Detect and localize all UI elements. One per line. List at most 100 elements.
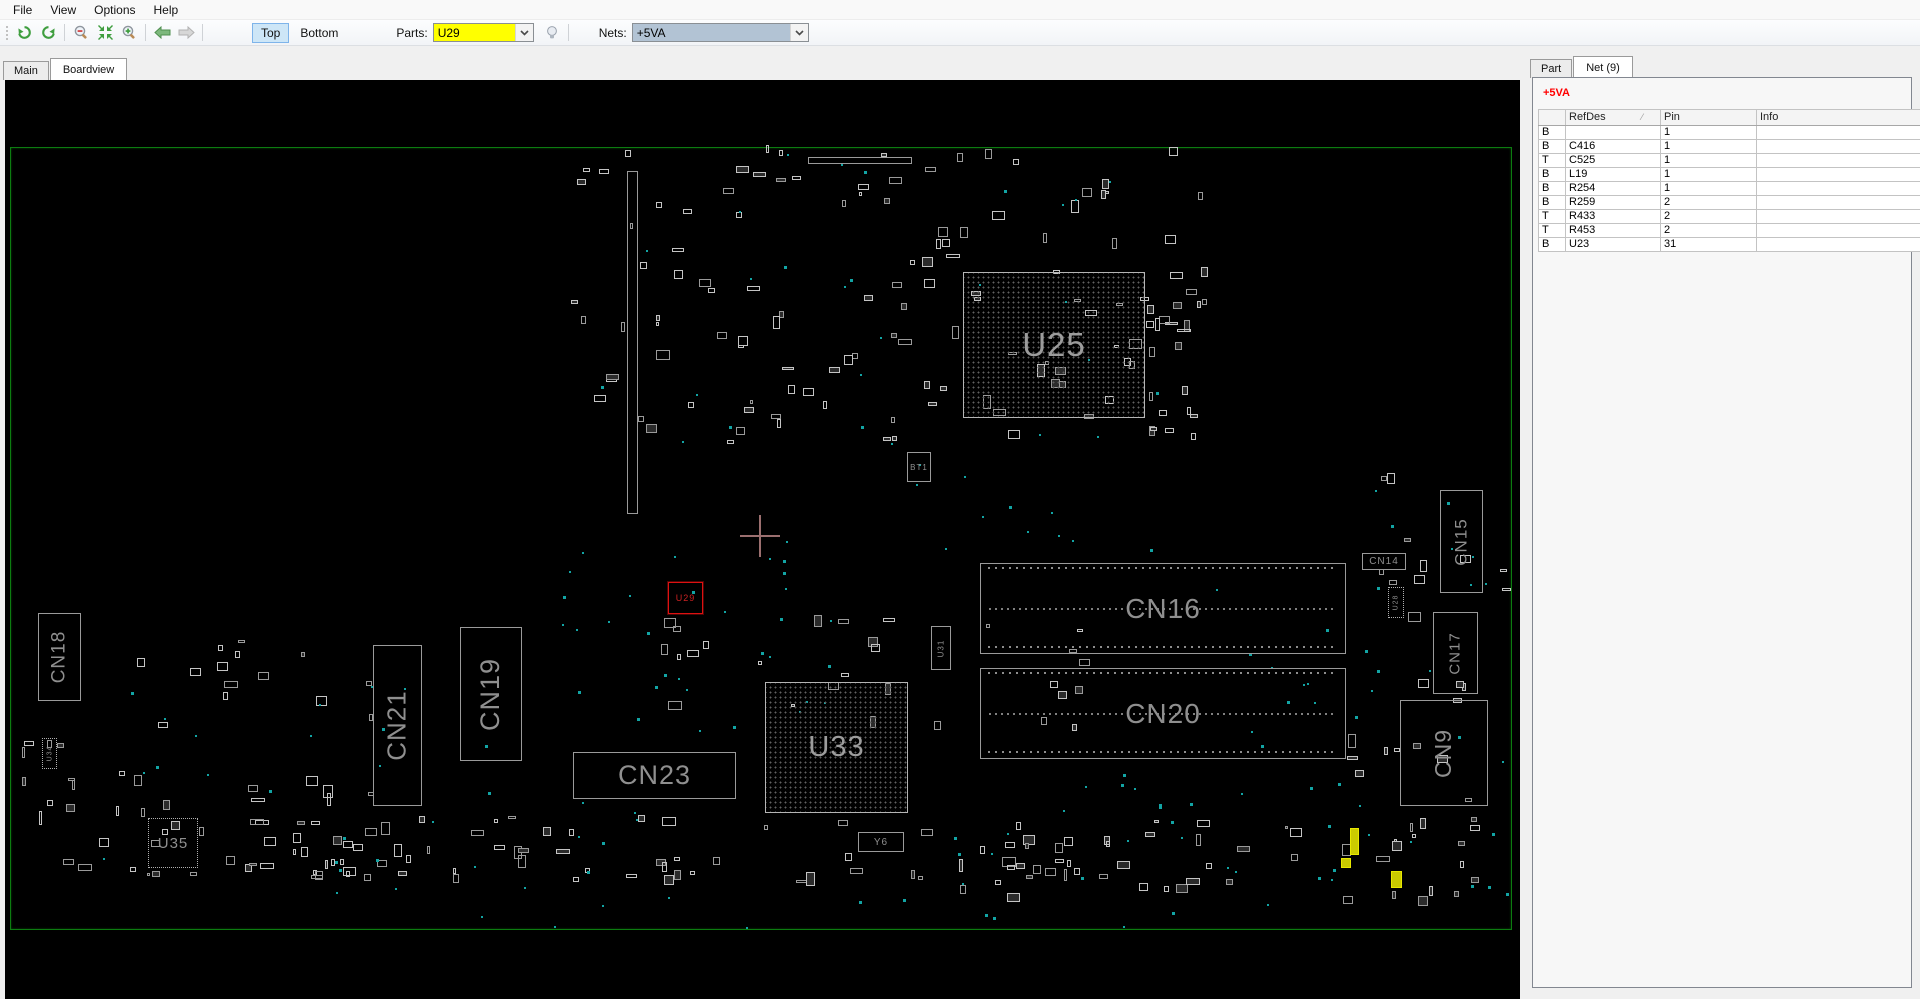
- zoom-fit-icon[interactable]: [94, 22, 116, 43]
- net-pin-dot: [699, 729, 702, 732]
- side-panel: +5VA RefDes ⁄ Pin Info B 1 B C416 1 T C525 1 B L19 1 B…: [1532, 77, 1920, 988]
- view-tab-boardview[interactable]: Boardview: [49, 58, 128, 81]
- menu-item-options[interactable]: Options: [85, 1, 144, 19]
- view-tab-main[interactable]: Main: [3, 61, 49, 80]
- board-component-cn15[interactable]: CN15: [1440, 490, 1483, 593]
- small-part-outline: [707, 288, 715, 294]
- net-pin-dot: [749, 278, 752, 281]
- small-part-outline: [1164, 886, 1169, 893]
- board-component-cn20[interactable]: CN20: [980, 668, 1346, 759]
- board-component-u31[interactable]: U31: [931, 626, 951, 670]
- small-part-outline: [1428, 886, 1433, 897]
- board-component-cn16[interactable]: CN16: [980, 563, 1346, 654]
- board-component-cn23[interactable]: CN23: [573, 752, 736, 799]
- board-component-y6[interactable]: Y6: [858, 832, 904, 852]
- board-component-u29[interactable]: U29: [668, 582, 703, 614]
- rotate-ccw-icon[interactable]: [13, 22, 35, 43]
- small-part-outline: [945, 253, 960, 259]
- nets-combobox[interactable]: +5VA: [631, 23, 809, 42]
- net-pin-dot: [681, 440, 684, 443]
- side-tab-part[interactable]: Part: [1530, 59, 1573, 78]
- nav-forward-icon[interactable]: [175, 22, 197, 43]
- small-part-outline: [301, 652, 306, 658]
- small-part-outline: [656, 202, 662, 208]
- board-component-bt1[interactable]: BT1: [907, 452, 931, 482]
- board-component-u33[interactable]: U33: [765, 682, 908, 813]
- board-component-u35[interactable]: U35: [148, 818, 198, 868]
- net-pin-row-c416[interactable]: B C416 1: [1538, 139, 1920, 154]
- menu-item-file[interactable]: File: [4, 1, 41, 19]
- toolbar-separator: [145, 24, 146, 41]
- net-pin-row-c525[interactable]: T C525 1: [1538, 153, 1920, 168]
- net-pin-row-r254[interactable]: B R254 1: [1538, 181, 1920, 196]
- small-part-outline: [21, 747, 26, 759]
- net-pin-dot: [1227, 867, 1230, 870]
- board-component-cn18[interactable]: CN18: [38, 613, 81, 701]
- chevron-down-icon[interactable]: [789, 24, 808, 41]
- net-pin-row-u23[interactable]: B U23 31: [1538, 237, 1920, 252]
- board-component-u34[interactable]: U34: [42, 738, 57, 769]
- net-pin-row-r259[interactable]: B R259 2: [1538, 195, 1920, 210]
- chevron-down-icon[interactable]: [514, 24, 533, 41]
- board-component-u25[interactable]: U25: [963, 272, 1145, 418]
- net-pin-dot: [733, 726, 737, 730]
- net-pin-dot: [569, 570, 572, 573]
- net-pin-dot: [1310, 786, 1314, 790]
- board-component-part[interactable]: [1391, 871, 1402, 888]
- net-pin-dot: [1058, 535, 1061, 538]
- board-component-cn19[interactable]: CN19: [460, 627, 522, 761]
- small-part-outline: [189, 871, 198, 876]
- rotate-cw-icon[interactable]: [37, 22, 59, 43]
- board-component-part[interactable]: [1350, 828, 1359, 855]
- board-component-cn21[interactable]: CN21: [373, 645, 422, 806]
- net-pin-row[interactable]: B1: [1538, 125, 1920, 140]
- board-component-cn17[interactable]: CN17: [1433, 612, 1478, 694]
- zoom-out-icon[interactable]: [70, 22, 92, 43]
- small-part-outline: [1078, 659, 1091, 666]
- board-component-part[interactable]: [1341, 858, 1351, 868]
- small-part-outline: [802, 388, 815, 396]
- board-component-cn9[interactable]: CN9: [1400, 700, 1488, 806]
- net-pin-dot: [1333, 869, 1337, 872]
- small-part-outline: [1158, 316, 1171, 325]
- small-part-outline: [958, 859, 964, 872]
- bottom-side-toggle-button[interactable]: Bottom: [291, 23, 347, 43]
- small-part-outline: [605, 374, 620, 381]
- small-part-outline: [493, 819, 498, 823]
- highlight-bulb-button[interactable]: [541, 22, 563, 43]
- column-header-info[interactable]: Info: [1756, 109, 1920, 126]
- menu-item-view[interactable]: View: [41, 1, 85, 19]
- net-pin-row-l19[interactable]: B L19 1: [1538, 167, 1920, 182]
- small-part-outline: [726, 439, 734, 444]
- parts-label: Parts:: [396, 25, 428, 40]
- board-canvas[interactable]: U25 U33 CN16 CN20 CN23 CN21 CN19 CN18 U35 U34 CN15…: [5, 80, 1520, 999]
- net-pin-dot: [103, 858, 106, 861]
- board-component-cn14[interactable]: CN14: [1362, 553, 1406, 570]
- small-part-outline: [352, 843, 364, 851]
- menu-item-help[interactable]: Help: [145, 1, 188, 19]
- column-header-pin[interactable]: Pin: [1660, 109, 1757, 126]
- top-side-toggle-button[interactable]: Top: [252, 22, 290, 43]
- small-part-outline: [1067, 860, 1071, 868]
- column-header-refdes[interactable]: RefDes ⁄: [1565, 109, 1661, 126]
- small-part-outline: [883, 198, 891, 205]
- net-pin-dot: [1376, 670, 1380, 674]
- net-pins-table[interactable]: RefDes ⁄ Pin Info B 1 B C416 1 T C525 1 B L19 1 B R254 1…: [1538, 109, 1920, 252]
- small-part-outline: [293, 849, 297, 856]
- nav-back-icon[interactable]: [151, 22, 173, 43]
- board-component-part[interactable]: [808, 157, 912, 164]
- small-part-outline: [806, 872, 816, 886]
- small-part-outline: [248, 862, 258, 866]
- board-component-part[interactable]: [627, 171, 638, 514]
- board-component-u28[interactable]: U28: [1388, 587, 1404, 618]
- net-pin-row-r433[interactable]: T R433 2: [1538, 209, 1920, 224]
- small-part-outline: [1190, 414, 1199, 418]
- zoom-in-icon[interactable]: [118, 22, 140, 43]
- net-pin-dot: [646, 631, 650, 635]
- net-pin-dot: [769, 557, 772, 560]
- side-tab-net-9[interactable]: Net (9): [1573, 56, 1633, 79]
- parts-combobox[interactable]: U29: [432, 23, 534, 42]
- small-part-outline: [698, 278, 711, 288]
- column-header-side[interactable]: [1538, 109, 1566, 126]
- net-pin-row-r453[interactable]: T R453 2: [1538, 223, 1920, 238]
